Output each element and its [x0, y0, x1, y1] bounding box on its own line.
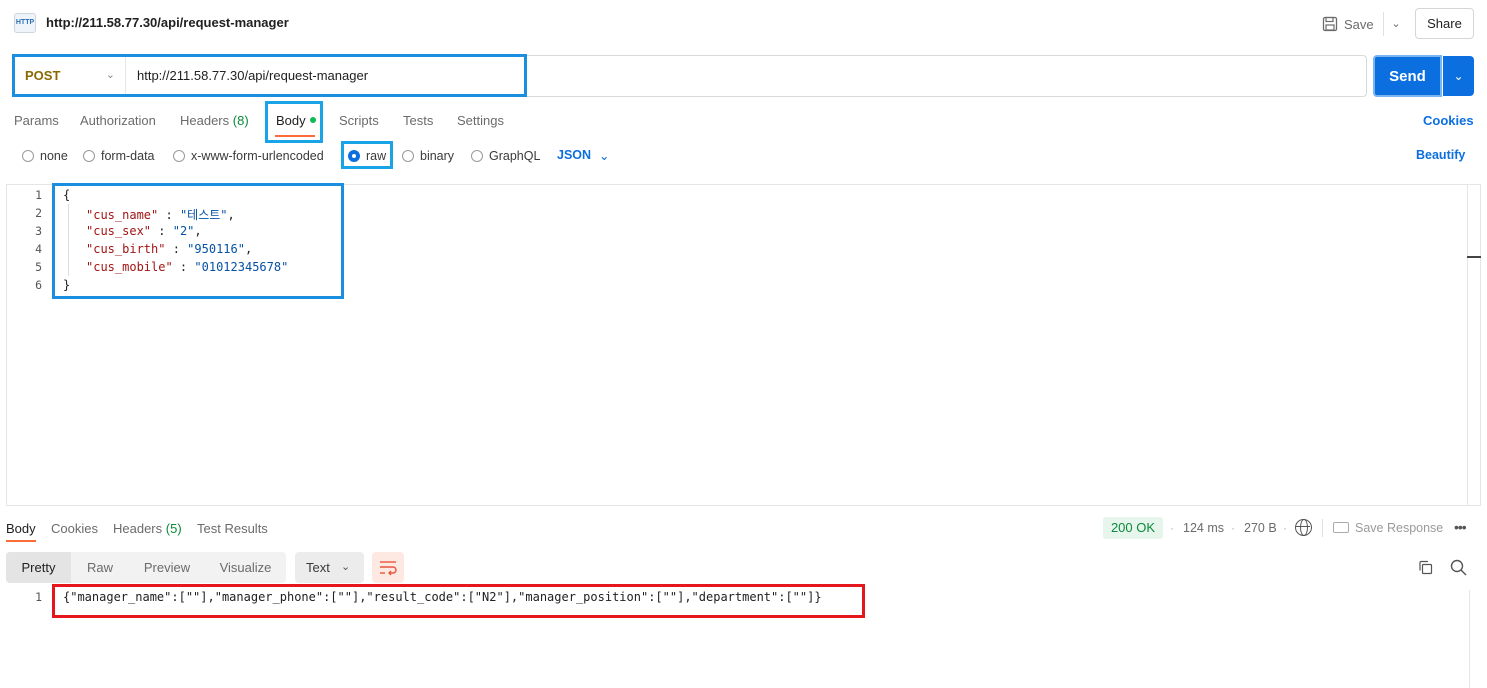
- chevron-down-icon[interactable]: ⌄: [1388, 14, 1404, 34]
- active-tab-underline: [6, 540, 36, 542]
- line-number: 2: [35, 206, 42, 220]
- response-tab-headers-count: (5): [165, 521, 182, 536]
- radio-circle: [173, 150, 185, 162]
- response-format-select[interactable]: Text ⌄: [295, 552, 364, 583]
- save-response-icon: [1333, 522, 1349, 533]
- radio-circle: [83, 150, 95, 162]
- share-button[interactable]: Share: [1415, 8, 1474, 39]
- tab-settings[interactable]: Settings: [457, 113, 504, 128]
- radio-urlencoded[interactable]: x-www-form-urlencoded: [173, 148, 324, 164]
- scroll-marker: [1467, 256, 1481, 258]
- radio-circle: [471, 150, 483, 162]
- format-label: JSON: [557, 148, 592, 162]
- radio-circle: [402, 150, 414, 162]
- response-time[interactable]: 124 ms: [1183, 521, 1224, 535]
- chevron-down-icon: ⌄: [341, 561, 351, 573]
- view-raw[interactable]: Raw: [71, 552, 129, 583]
- radio-form-data[interactable]: form-data: [83, 148, 155, 164]
- separator-dot: ·: [1283, 521, 1287, 535]
- radio-graphql[interactable]: GraphQL: [471, 148, 540, 164]
- send-button[interactable]: Send: [1373, 55, 1442, 97]
- radio-label: x-www-form-urlencoded: [191, 149, 324, 163]
- divider: [1322, 519, 1323, 537]
- tab-params[interactable]: Params: [14, 113, 59, 128]
- beautify-link[interactable]: Beautify: [1416, 148, 1465, 162]
- tab-scripts[interactable]: Scripts: [339, 113, 379, 128]
- copy-icon[interactable]: [1418, 560, 1433, 575]
- line-number: 3: [35, 224, 42, 238]
- wrap-lines-button[interactable]: [372, 552, 404, 583]
- response-tab-cookies[interactable]: Cookies: [51, 521, 98, 536]
- http-request-icon: HTTP: [14, 13, 36, 33]
- radio-circle: [22, 150, 34, 162]
- radio-none[interactable]: none: [22, 148, 68, 164]
- response-tab-headers[interactable]: Headers (5): [113, 521, 182, 536]
- separator-dot: ·: [1170, 521, 1174, 535]
- separator-dot: ·: [1231, 521, 1235, 535]
- cookies-link[interactable]: Cookies: [1423, 113, 1474, 128]
- globe-icon[interactable]: [1295, 519, 1312, 536]
- wrap-lines-icon: [380, 561, 397, 576]
- save-button[interactable]: Save: [1322, 12, 1374, 36]
- divider: [1383, 12, 1384, 36]
- line-number: 4: [35, 242, 42, 256]
- view-pretty[interactable]: Pretty: [6, 552, 71, 583]
- line-number: 5: [35, 260, 42, 274]
- save-label: Save: [1344, 16, 1374, 32]
- radio-label: none: [40, 149, 68, 163]
- radio-label: form-data: [101, 149, 155, 163]
- line-number: 1: [35, 590, 42, 604]
- highlight-box-url: [12, 54, 527, 97]
- response-format-label: Text: [306, 560, 330, 575]
- tab-headers[interactable]: Headers (8): [180, 113, 249, 128]
- line-number: 6: [35, 278, 42, 292]
- response-scrollbar[interactable]: [1469, 590, 1470, 688]
- line-number: 1: [35, 188, 42, 202]
- radio-binary[interactable]: binary: [402, 148, 454, 164]
- highlight-box-response: [52, 584, 865, 618]
- radio-label: binary: [420, 149, 455, 163]
- format-select[interactable]: JSON ⌄: [557, 148, 610, 163]
- view-visualize[interactable]: Visualize: [205, 552, 286, 583]
- response-tab-headers-label: Headers: [113, 521, 163, 536]
- save-icon: [1322, 16, 1338, 32]
- request-title[interactable]: http://211.58.77.30/api/request-manager: [46, 15, 289, 30]
- chevron-down-icon: ⌄: [599, 149, 610, 163]
- highlight-box-raw: [341, 141, 393, 169]
- response-size[interactable]: 270 B: [1244, 521, 1277, 535]
- search-icon[interactable]: [1450, 559, 1467, 576]
- tab-tests[interactable]: Tests: [403, 113, 433, 128]
- view-preview[interactable]: Preview: [129, 552, 205, 583]
- send-options-chevron-icon[interactable]: ⌄: [1443, 56, 1474, 96]
- editor-scrollbar[interactable]: [1467, 185, 1468, 505]
- more-options-icon[interactable]: •••: [1454, 519, 1467, 535]
- tab-headers-count: (8): [232, 113, 249, 128]
- response-tab-body[interactable]: Body: [6, 521, 36, 536]
- radio-label: GraphQL: [489, 149, 541, 163]
- save-response-button[interactable]: Save Response: [1355, 521, 1443, 535]
- tab-headers-label: Headers: [180, 113, 230, 128]
- highlight-box-body-tab: [265, 101, 323, 143]
- highlight-box-request-body: [52, 183, 344, 299]
- response-tab-test-results[interactable]: Test Results: [197, 521, 268, 536]
- tab-authorization[interactable]: Authorization: [80, 113, 156, 128]
- status-badge[interactable]: 200 OK: [1103, 517, 1163, 539]
